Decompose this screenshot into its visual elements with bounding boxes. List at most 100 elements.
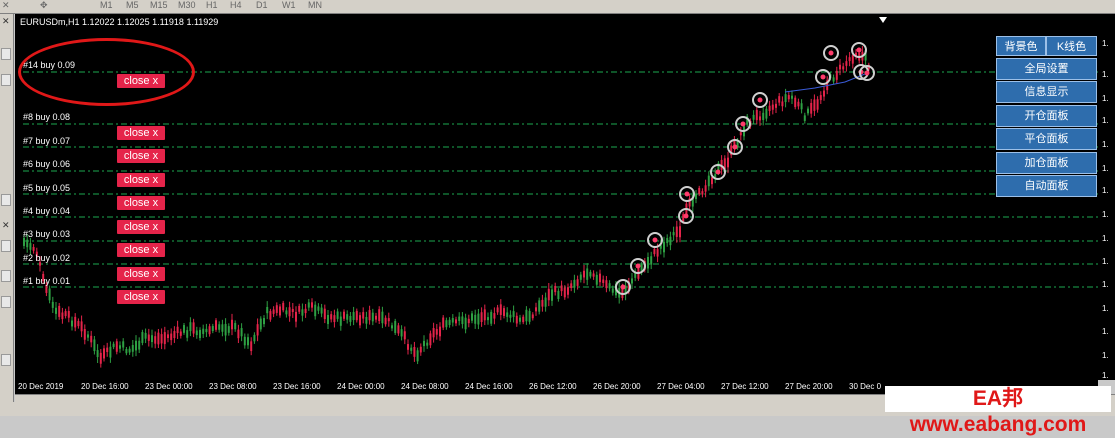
close-order-button[interactable]: close x xyxy=(117,290,165,304)
tf-m1[interactable]: M1 xyxy=(100,0,113,10)
info-display-button[interactable]: 信息显示 xyxy=(996,81,1097,103)
candle-body xyxy=(653,248,656,255)
candle-body xyxy=(816,99,819,110)
background-color-button[interactable]: 背景色 xyxy=(996,36,1046,56)
candle-body xyxy=(557,290,560,299)
candle-body xyxy=(551,289,553,301)
tf-m5[interactable]: M5 xyxy=(126,0,139,10)
candle-body xyxy=(64,311,67,317)
candle-body xyxy=(711,177,713,185)
close-order-button[interactable]: close x xyxy=(117,126,165,140)
candle-body xyxy=(538,300,541,312)
candle-body xyxy=(573,279,576,288)
auto-panel-button[interactable]: 自动面板 xyxy=(996,175,1097,197)
close-order-button[interactable]: close x xyxy=(117,220,165,234)
timeframe-toolbar: ✕ ✥ M1 M5 M15 M30 H1 H4 D1 W1 MN xyxy=(0,0,1115,14)
candle-body xyxy=(298,305,301,312)
order-label: #7 buy 0.07 xyxy=(23,136,71,146)
navigator-scroll-button[interactable] xyxy=(1,48,11,60)
candle-body xyxy=(90,335,93,343)
candle-body xyxy=(496,307,499,313)
navigator-scroll-button[interactable] xyxy=(1,354,11,366)
global-settings-button[interactable]: 全局设置 xyxy=(996,58,1097,80)
navigator-scroll-button[interactable] xyxy=(1,240,11,252)
candle-body xyxy=(61,312,64,320)
candle-body xyxy=(275,305,278,313)
entry-marker-dot xyxy=(856,47,862,53)
candle-body xyxy=(192,322,195,334)
candle-body xyxy=(669,236,672,246)
navigator-scroll-button[interactable] xyxy=(1,296,11,308)
price-tick: 1. xyxy=(1102,70,1109,79)
candle-body xyxy=(410,347,413,351)
close-order-button[interactable]: close x xyxy=(117,243,165,257)
price-tick: 1. xyxy=(1102,257,1109,266)
candle-body xyxy=(269,311,272,320)
candle-body xyxy=(650,256,653,265)
candle-body xyxy=(560,285,563,292)
candle-body xyxy=(32,247,35,251)
tf-w1[interactable]: W1 xyxy=(282,0,296,10)
panel-close-icon[interactable]: ✕ xyxy=(2,220,10,230)
candle-body xyxy=(791,95,793,99)
toolbar-close-icon[interactable]: ✕ xyxy=(2,0,10,10)
candle-body xyxy=(67,310,70,318)
candle-body xyxy=(87,334,89,338)
entry-marker-dot xyxy=(635,263,641,269)
candle-body xyxy=(579,274,582,280)
price-tick: 1. xyxy=(1102,280,1109,289)
navigator-scroll-button[interactable] xyxy=(1,270,11,282)
open-panel-button[interactable]: 开仓面板 xyxy=(996,105,1097,127)
candle-body xyxy=(480,312,483,322)
candle-body xyxy=(819,95,822,101)
close-panel-button[interactable]: 平仓面板 xyxy=(996,128,1097,150)
candle-body xyxy=(74,316,77,328)
order-label: #5 buy 0.05 xyxy=(23,183,71,193)
navigator-scroll-button[interactable] xyxy=(1,74,11,86)
candle-body xyxy=(797,101,800,107)
candle-body xyxy=(592,273,595,277)
candle-body xyxy=(301,309,304,316)
tf-d1[interactable]: D1 xyxy=(256,0,268,10)
tf-h1[interactable]: H1 xyxy=(206,0,218,10)
candle-body xyxy=(397,325,400,334)
candle-body xyxy=(272,309,275,314)
candle-body xyxy=(279,306,281,316)
tf-m30[interactable]: M30 xyxy=(178,0,196,10)
entry-marker-dot xyxy=(732,144,738,150)
candle-body xyxy=(429,333,432,346)
candle-body xyxy=(647,257,649,269)
close-order-button[interactable]: close x xyxy=(117,267,165,281)
close-order-button[interactable]: close x xyxy=(117,173,165,187)
candle-body xyxy=(679,226,681,238)
tf-h4[interactable]: H4 xyxy=(230,0,242,10)
candle-color-button[interactable]: K线色 xyxy=(1046,36,1097,56)
candle-body xyxy=(154,336,157,344)
entry-marker-dot xyxy=(864,70,870,76)
close-order-button[interactable]: close x xyxy=(117,149,165,163)
candle-body xyxy=(535,307,537,312)
navigator-scroll-button[interactable] xyxy=(1,194,11,206)
entry-marker-dot xyxy=(684,191,690,197)
candle-body xyxy=(595,274,598,285)
candle-body xyxy=(407,344,409,350)
time-tick: 20 Dec 16:00 xyxy=(81,382,129,391)
cursor-icon[interactable]: ✥ xyxy=(40,0,48,10)
candle-body xyxy=(320,307,323,314)
candle-body xyxy=(125,348,128,354)
close-order-button[interactable]: close x xyxy=(117,196,165,210)
add-panel-button[interactable]: 加仓面板 xyxy=(996,152,1097,174)
candle-body xyxy=(413,346,416,357)
candle-body xyxy=(823,90,825,97)
candle-body xyxy=(253,334,256,342)
candle-body xyxy=(330,314,333,320)
candle-body xyxy=(183,325,185,333)
candle-body xyxy=(768,105,771,112)
candle-body xyxy=(195,330,198,336)
candle-body xyxy=(499,304,502,315)
candle-body xyxy=(503,308,505,316)
tf-m15[interactable]: M15 xyxy=(150,0,168,10)
navigator-close-icon[interactable]: ✕ xyxy=(2,16,10,26)
candle-body xyxy=(115,341,118,352)
tf-mn[interactable]: MN xyxy=(308,0,322,10)
